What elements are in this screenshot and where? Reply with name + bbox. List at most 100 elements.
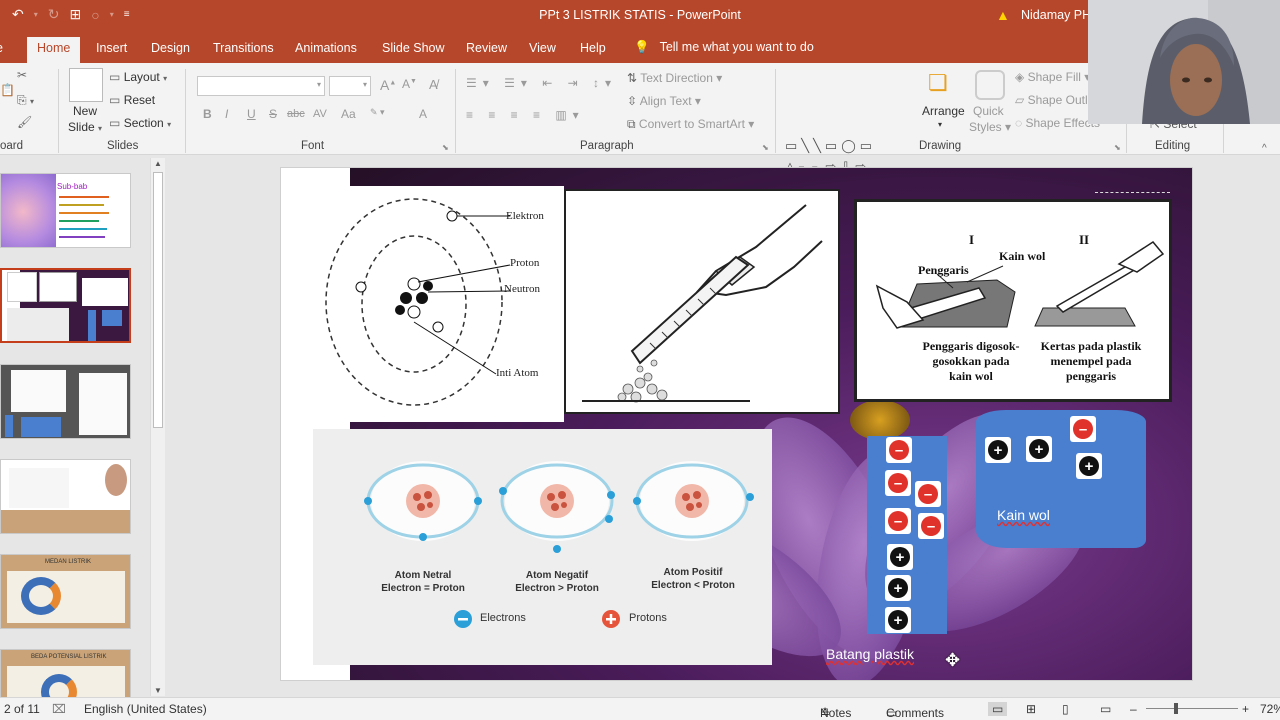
shape-outline-button[interactable]: ▱ Shape Outl — [1015, 93, 1088, 107]
negative-charge-icon[interactable]: – — [886, 437, 912, 463]
zoom-out-icon[interactable]: – — [1130, 702, 1137, 716]
atom-structure-diagram[interactable]: Elektron Proton Neutron Inti Atom — [314, 186, 564, 422]
warning-icon[interactable]: ▲ — [996, 7, 1010, 23]
drawing-launcher-icon[interactable]: ⬊ — [1114, 143, 1121, 152]
tab-animations[interactable]: Animations — [295, 41, 357, 55]
arrange-dropdown-icon[interactable]: ▾ — [938, 120, 942, 129]
shadow-button[interactable]: S — [269, 107, 277, 121]
slide-thumbnail-5[interactable]: MEDAN LISTRIK — [0, 554, 131, 629]
char-spacing-button[interactable]: AV — [313, 108, 327, 120]
tab-slide-show[interactable]: Slide Show — [382, 41, 445, 55]
align-text-button[interactable]: ⇳ Align Text ▾ — [627, 94, 701, 108]
layout-button[interactable]: ▭ Layout ▾ — [109, 70, 167, 84]
negative-charge-icon[interactable]: – — [918, 513, 944, 539]
negative-charge-icon[interactable]: – — [1070, 416, 1096, 442]
positive-charge-icon[interactable]: + — [985, 437, 1011, 463]
mouse-cursor-icon: ✥ — [945, 650, 961, 670]
normal-view-icon[interactable]: ▭ — [988, 702, 1008, 716]
presenter-figure — [1088, 0, 1280, 124]
slide-thumbnail-4[interactable] — [0, 459, 131, 534]
paragraph-launcher-icon[interactable]: ⬊ — [762, 143, 769, 152]
new-slide-icon[interactable] — [69, 68, 103, 102]
section-button[interactable]: ▭ Section ▾ — [109, 116, 171, 130]
arrange-icon[interactable]: ❏ — [928, 70, 948, 96]
clear-format-icon[interactable]: A̸ — [429, 77, 438, 92]
spellcheck-icon[interactable]: ⌧ — [52, 702, 66, 716]
negative-charge-icon[interactable]: – — [885, 470, 911, 496]
positive-charge-icon[interactable]: + — [885, 607, 911, 633]
zoom-slider-thumb[interactable] — [1174, 703, 1178, 714]
slide-thumbnail-3[interactable] — [0, 364, 131, 439]
thumbnail-scrollbar[interactable]: ▲ ▼ — [150, 158, 165, 696]
quick-styles-icon[interactable] — [975, 70, 1005, 100]
font-color-button[interactable]: A — [419, 107, 427, 121]
quick-styles-label-2[interactable]: Styles ▾ — [969, 120, 1011, 134]
slide-thumbnail-1[interactable]: Sub-bab — [0, 173, 131, 248]
reading-view-icon[interactable]: ▯ — [1062, 702, 1069, 716]
slide-sorter-icon[interactable]: ⊞ — [1026, 702, 1036, 716]
user-name[interactable]: Nidamay PH — [1021, 8, 1091, 22]
tab-file-partial[interactable]: e — [0, 41, 3, 55]
scroll-up-icon[interactable]: ▲ — [154, 159, 162, 168]
scroll-down-icon[interactable]: ▼ — [154, 686, 162, 695]
shape-fill-button[interactable]: ◈ Shape Fill ▾ — [1015, 70, 1090, 84]
grow-font-icon[interactable]: A▲ — [380, 77, 396, 93]
copy-icon[interactable]: ⎘ ▾ — [17, 93, 34, 108]
format-painter-icon[interactable]: 🖌 — [17, 115, 32, 129]
atom-charge-types-image[interactable]: Atom Netral Electron = Proton Atom Negati… — [313, 429, 772, 665]
italic-button[interactable]: I — [225, 107, 228, 121]
tab-design[interactable]: Design — [151, 41, 190, 55]
new-slide-label-1[interactable]: New — [73, 104, 97, 118]
positive-charge-icon[interactable]: + — [1026, 436, 1052, 462]
collapse-ribbon-icon[interactable]: ^ — [1262, 143, 1267, 154]
slideshow-view-icon[interactable]: ▭ — [1100, 702, 1111, 716]
font-name-box[interactable]: ▾ — [197, 76, 325, 96]
negative-charge-icon[interactable]: – — [885, 508, 911, 534]
tab-insert[interactable]: Insert — [96, 41, 127, 55]
font-size-box[interactable]: ▾ — [329, 76, 371, 96]
underline-button[interactable]: U — [247, 107, 256, 121]
positive-charge-icon[interactable]: + — [1076, 453, 1102, 479]
tab-help[interactable]: Help — [580, 41, 606, 55]
atom-neutral-caption: Atom Netral Electron = Proton — [381, 570, 465, 594]
bold-button[interactable]: B — [203, 107, 212, 121]
friction-experiment-image[interactable]: I II Kain wol Penggaris Penggaris digoso… — [854, 199, 1172, 402]
zoom-slider[interactable] — [1146, 708, 1238, 709]
arrange-button[interactable]: Arrange — [922, 104, 965, 118]
cut-icon[interactable]: ✂ — [17, 68, 27, 82]
convert-smartart-button[interactable]: ⧉ Convert to SmartArt ▾ — [627, 117, 754, 132]
new-slide-label-2[interactable]: Slide ▾ — [68, 120, 102, 134]
positive-charge-icon[interactable]: + — [887, 544, 913, 570]
paste-icon-partial[interactable]: 📋 — [0, 83, 15, 97]
scroll-thumb[interactable] — [153, 172, 163, 428]
wool-cloth-shape[interactable] — [976, 410, 1146, 548]
thumb-title: MEDAN LISTRIK — [45, 559, 92, 565]
quick-styles-label-1[interactable]: Quick — [973, 104, 1004, 118]
change-case-button[interactable]: Aa — [341, 107, 356, 121]
tab-home[interactable]: Home — [27, 37, 81, 63]
negative-charge-icon[interactable]: – — [915, 481, 941, 507]
tab-view[interactable]: View — [529, 41, 556, 55]
strikethrough-button[interactable]: abc — [287, 108, 305, 120]
font-launcher-icon[interactable]: ⬊ — [442, 143, 449, 152]
list-buttons[interactable]: ☰▾ ☰▾ ⇤ ⇥ ↕▾ — [466, 76, 617, 90]
positive-charge-icon[interactable]: + — [885, 575, 911, 601]
highlight-icon[interactable]: ✎ ▾ — [370, 107, 385, 118]
zoom-level[interactable]: 72% — [1260, 702, 1280, 716]
wool-label[interactable]: Kain wol — [997, 507, 1050, 523]
text-direction-button[interactable]: ⇅ Text Direction ▾ — [627, 71, 722, 85]
slide-thumbnail-2[interactable] — [0, 266, 133, 345]
ruler-paper-image[interactable] — [564, 189, 840, 414]
align-buttons[interactable]: ≡ ≡ ≡ ≡ ▥▾ — [466, 108, 585, 122]
rod-label[interactable]: Batang plastik — [826, 646, 914, 662]
zoom-in-icon[interactable]: + — [1242, 702, 1249, 716]
tab-review[interactable]: Review — [466, 41, 507, 55]
language-indicator[interactable]: English (United States) — [84, 702, 207, 716]
tab-transitions[interactable]: Transitions — [213, 41, 274, 55]
reset-button[interactable]: ▭ Reset — [109, 93, 155, 107]
slide-canvas[interactable]: Elektron Proton Neutron Inti Atom I II K… — [281, 168, 1192, 680]
slide-thumbnail-pane: Sub-bab MEDAN LISTRIK BEDA POTENSIAL LIS… — [0, 156, 166, 720]
tell-me-search[interactable]: 💡 Tell me what you want to do — [634, 40, 814, 55]
shrink-font-icon[interactable]: A▼ — [402, 77, 417, 91]
separator — [185, 69, 186, 153]
